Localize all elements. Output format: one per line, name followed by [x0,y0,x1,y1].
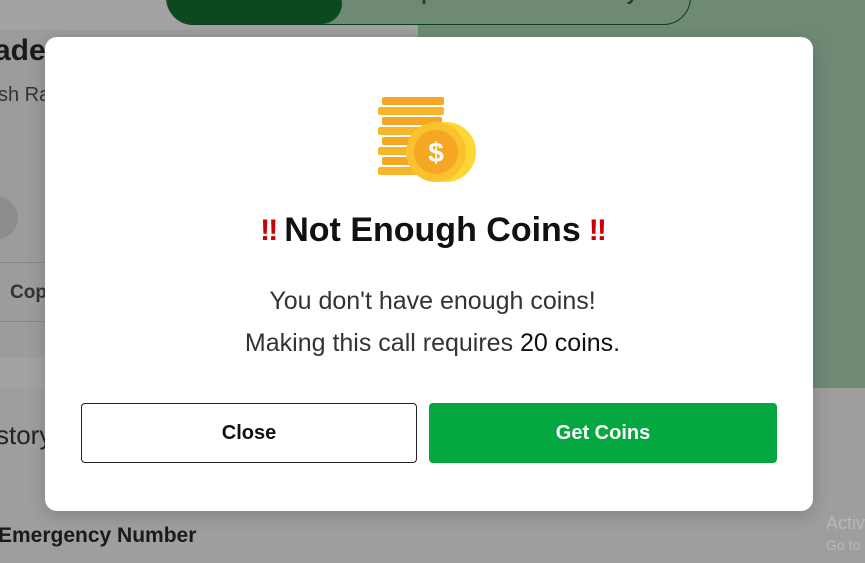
get-coins-button[interactable]: Get Coins [429,403,777,463]
coins-dollar-icon: $ [378,97,476,182]
dialog-message-line-1: You don't have enough coins! [269,287,596,315]
double-exclamation-icon: ‼ [588,213,607,247]
double-exclamation-icon: ‼ [260,213,278,247]
tab-all: All [167,0,342,24]
message-prefix: Making this call requires [244,329,514,357]
close-button[interactable]: Close [81,403,417,463]
coin-requirement: 20 coins. [520,329,621,357]
windows-activation-watermark: Activ Go to [826,512,865,556]
svg-text:$: $ [428,137,444,168]
dialog-message-line-2: Making this call requires 20 coins. [0,329,865,358]
activation-line-2: Go to [826,537,861,553]
dialog-title-text: Not Enough Coins [284,211,581,249]
tab-history: History [516,0,690,24]
dialog-title: ‼ Not Enough Coins ‼ [0,211,865,250]
background-subtitle: sh Ra [0,84,51,106]
activation-line-1: Activ [826,513,865,533]
background-tab-bar: All Helpline History [166,0,691,25]
background-emergency-heading: Emergency Number [0,524,197,547]
tab-helpline: Helpline [342,0,516,24]
background-title: ade [0,34,46,67]
